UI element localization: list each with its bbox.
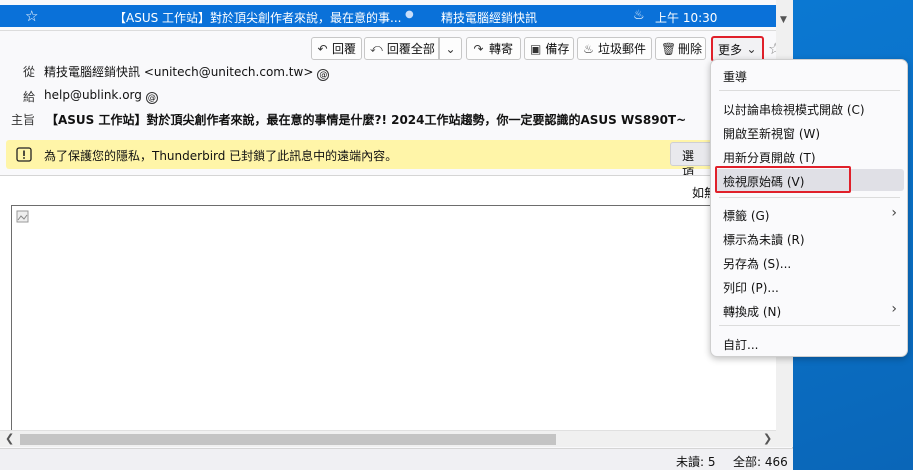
message-horizontal-scrollbar[interactable]: ❮ ❯ <box>0 430 776 447</box>
menu-separator <box>719 325 900 326</box>
status-bar: 未讀: 5 全部: 466 <box>0 448 793 470</box>
to-address: help@ublink.org <box>44 88 142 102</box>
star-icon[interactable]: ☆ <box>25 7 38 25</box>
view-source-highlight <box>715 166 851 193</box>
scroll-down-icon[interactable]: ▼ <box>780 15 787 25</box>
menu-item-open-new-tab[interactable]: 用新分頁開啟 (T) <box>715 145 904 167</box>
to-value[interactable]: help@ublink.org @ <box>44 88 158 104</box>
menu-item-open-thread[interactable]: 以討論串檢視模式開啟 (C) <box>715 97 904 119</box>
from-address: 精技電腦經銷快訊 <unitech@unitech.com.tw> <box>44 65 314 79</box>
scroll-left-icon[interactable]: ❮ <box>5 432 14 445</box>
menu-separator <box>719 90 900 91</box>
from-value[interactable]: 精技電腦經銷快訊 <unitech@unitech.com.tw> @ <box>44 63 330 81</box>
archive-icon: ▣ <box>530 41 542 56</box>
message-list-subject: 【ASUS 工作站】對於頂尖創作者來說，最在意的事... <box>114 11 402 25</box>
trash-icon: 🗑 <box>661 41 677 56</box>
unread-count: 未讀: 5 <box>676 455 716 469</box>
address-book-icon[interactable]: @ <box>317 69 330 81</box>
remote-content-notice: 為了保護您的隱私，Thunderbird 已封鎖了此訊息中的遠端內容。 選項 <box>6 140 776 180</box>
junk-button[interactable]: ♨ 垃圾郵件 <box>577 37 652 60</box>
reply-all-dropdown[interactable]: ⌄ <box>439 37 462 60</box>
chevron-down-icon: ⌄ <box>445 41 456 56</box>
menu-item-tags[interactable]: 標籤 (G) › <box>715 203 904 225</box>
warning-icon <box>16 147 32 162</box>
more-menu: 重導 以討論串檢視模式開啟 (C) 開啟至新視窗 (W) 用新分頁開啟 (T) … <box>710 59 908 357</box>
reply-label: 回覆 <box>331 42 356 56</box>
delete-label: 刪除 <box>678 42 703 56</box>
total-count: 全部: 466 <box>733 455 788 469</box>
message-header: ↶回覆 ⤺回覆全部 ⌄ ↷轉寄 ▣備存 ♨垃圾郵件 🗑刪除 更多⌄ <box>0 30 793 140</box>
menu-item-redirect[interactable]: 重導 <box>715 64 904 86</box>
menu-item-label: 重導 <box>723 70 748 84</box>
list-scrollbar[interactable]: ▼ <box>776 0 793 30</box>
delete-button[interactable]: 🗑 刪除 <box>655 37 706 60</box>
subject-value: 【ASUS 工作站】對於頂尖創作者來說，最在意的事情是什麼?! 2024工作站趨… <box>46 113 687 127</box>
forward-button[interactable]: ↷ 轉寄 <box>466 37 521 60</box>
reply-all-icon: ⤺ <box>370 41 383 55</box>
chevron-down-icon: ⌄ <box>746 42 757 56</box>
menu-item-label: 用新分頁開啟 (T) <box>723 151 816 165</box>
address-book-icon[interactable]: @ <box>145 92 158 104</box>
scroll-right-icon[interactable]: ❯ <box>763 432 772 445</box>
menu-item-mark-unread[interactable]: 標示為未讀 (R) <box>715 227 904 249</box>
status-dot-icon: ● <box>405 9 414 20</box>
message-list-row-selected[interactable]: ☆ 【ASUS 工作站】對於頂尖創作者來說，最在意的事... ● 精技電腦經銷快… <box>0 5 776 27</box>
menu-item-label: 標示為未讀 (R) <box>723 233 805 247</box>
reply-all-button[interactable]: ⤺ 回覆全部 <box>364 37 439 60</box>
menu-separator <box>719 197 900 198</box>
remote-content-frame <box>11 205 776 434</box>
reply-icon: ↶ <box>317 41 328 56</box>
message-body: 如無 <box>0 175 776 434</box>
message-list-sender: 精技電腦經銷快訊 <box>441 11 538 25</box>
menu-item-label: 開啟至新視窗 (W) <box>723 127 821 141</box>
more-label: 更多 <box>718 42 743 57</box>
menu-item-open-new-window[interactable]: 開啟至新視窗 (W) <box>715 121 904 143</box>
menu-item-label: 轉換成 (N) <box>723 305 782 319</box>
notice-text: 為了保護您的隱私，Thunderbird 已封鎖了此訊息中的遠端內容。 <box>44 149 398 163</box>
broken-image-icon <box>16 210 29 223</box>
forward-icon: ↷ <box>473 41 484 56</box>
scrollbar-thumb[interactable] <box>20 434 556 445</box>
menu-item-convert-to[interactable]: 轉換成 (N) › <box>715 299 904 321</box>
archive-label: 備存 <box>545 42 570 56</box>
reply-button[interactable]: ↶ 回覆 <box>311 37 362 60</box>
menu-item-label: 以討論串檢視模式開啟 (C) <box>723 103 865 117</box>
menu-item-label: 標籤 (G) <box>723 209 770 223</box>
subject-label: 主旨 <box>10 113 35 127</box>
junk-label: 垃圾郵件 <box>597 42 646 56</box>
menu-item-label: 另存為 (S)... <box>723 257 792 271</box>
menu-item-print[interactable]: 列印 (P)... <box>715 275 904 297</box>
to-label: 給 <box>22 90 35 104</box>
chevron-right-icon: › <box>891 301 897 317</box>
menu-item-save-as[interactable]: 另存為 (S)... <box>715 251 904 273</box>
scrollbar-corner <box>776 430 793 447</box>
options-button[interactable]: 選項 <box>670 142 715 180</box>
reply-all-label: 回覆全部 <box>386 42 435 56</box>
menu-item-label: 列印 (P)... <box>723 281 779 295</box>
junk-flame-icon: ♨ <box>583 41 594 56</box>
thunderbird-window: ☆ 【ASUS 工作站】對於頂尖創作者來說，最在意的事... ● 精技電腦經銷快… <box>0 0 793 470</box>
menu-item-label: 自訂... <box>723 338 759 352</box>
archive-button[interactable]: ▣ 備存 <box>524 37 574 60</box>
message-list-date: 上午 10:30 <box>655 11 718 25</box>
menu-item-customize[interactable]: 自訂... <box>715 332 904 354</box>
junk-flame-icon[interactable]: ♨ <box>633 8 645 23</box>
from-label: 從 <box>22 65 35 79</box>
chevron-right-icon: › <box>891 205 897 221</box>
forward-label: 轉寄 <box>489 42 514 56</box>
